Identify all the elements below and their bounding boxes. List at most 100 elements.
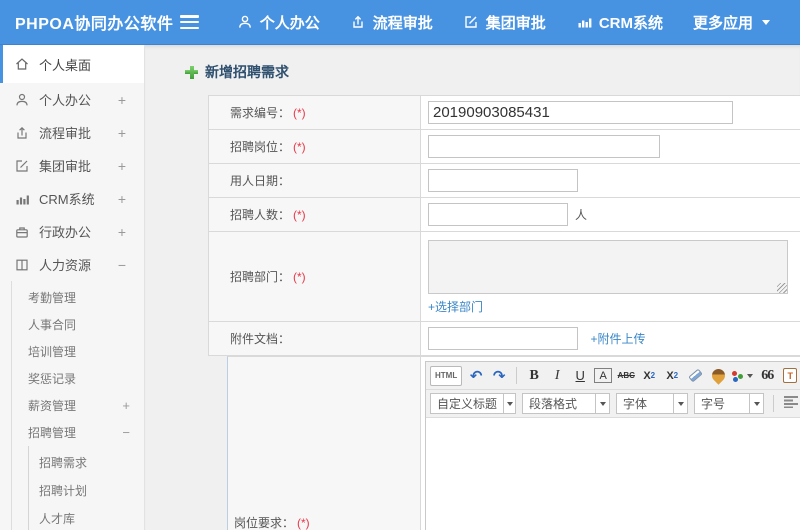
sidebar-item-label: 流程审批 bbox=[39, 126, 92, 141]
required-mark: (*) bbox=[293, 140, 306, 154]
field-label-cell: 招聘部门： (*) bbox=[208, 231, 421, 322]
dept-textarea[interactable] bbox=[428, 240, 788, 294]
clipboard-icon: T bbox=[783, 368, 798, 383]
nav-workflow-approval[interactable]: 流程审批 bbox=[350, 12, 433, 33]
custom-title-select[interactable]: 自定义标题 bbox=[430, 393, 516, 414]
upload-attachment-link[interactable]: +附件上传 bbox=[590, 332, 645, 346]
strikethrough-button[interactable]: ABC bbox=[617, 366, 635, 386]
sidebar-item-recruit-mgmt[interactable]: 招聘管理 − bbox=[12, 419, 144, 446]
collapse-minus-icon[interactable]: − bbox=[118, 257, 126, 273]
field-value-cell bbox=[420, 129, 800, 164]
sub-base: X bbox=[666, 369, 674, 382]
editor-content-area[interactable] bbox=[426, 418, 800, 530]
field-value-cell bbox=[420, 95, 800, 130]
remove-format-button[interactable] bbox=[686, 366, 704, 386]
sidebar-item-hr-contract[interactable]: 人事合同 bbox=[12, 311, 144, 338]
toolbar-separator bbox=[773, 395, 774, 412]
menu-toggle-icon[interactable] bbox=[180, 15, 199, 29]
sidebar-item-talent-pool[interactable]: 人才库 bbox=[29, 504, 144, 530]
italic-button[interactable]: I bbox=[548, 366, 566, 386]
expand-plus-icon[interactable]: + bbox=[118, 224, 126, 240]
font-style-button[interactable]: A bbox=[594, 368, 613, 383]
superscript-button[interactable]: X2 bbox=[640, 366, 658, 386]
sidebar-item-label: 培训管理 bbox=[28, 345, 77, 359]
top-navbar: PHPOA协同办公软件 个人办公 流程审批 集团审批 CRM系统 更多应用 bbox=[0, 0, 800, 45]
expand-plus-icon[interactable]: + bbox=[122, 398, 130, 413]
sidebar-item-hr[interactable]: 人力资源 − bbox=[0, 248, 144, 281]
field-label: 招聘岗位： bbox=[230, 140, 291, 154]
select-caret bbox=[673, 394, 687, 413]
sidebar-item-recruit-demand[interactable]: 招聘需求 bbox=[29, 448, 144, 476]
field-value-cell bbox=[420, 163, 800, 198]
sidebar-item-training[interactable]: 培训管理 bbox=[12, 338, 144, 365]
rich-text-editor: HTML ↶ ↷ B I U A ABC X2 X2 66 T 自定义标题 段落… bbox=[425, 361, 800, 530]
recruit-submenu: 招聘需求 招聘计划 人才库 bbox=[28, 446, 144, 530]
color-picker-button[interactable] bbox=[732, 366, 754, 386]
headcount-input[interactable] bbox=[428, 203, 568, 226]
sidebar-item-rewards[interactable]: 奖惩记录 bbox=[12, 365, 144, 392]
nav-label: 集团审批 bbox=[485, 14, 546, 32]
sidebar-item-admin-office[interactable]: 行政办公 + bbox=[0, 215, 144, 248]
eraser-icon bbox=[687, 368, 703, 383]
sidebar-item-group-approval[interactable]: 集团审批 + bbox=[0, 149, 144, 182]
select-label: 段落格式 bbox=[529, 397, 578, 411]
align-left-button[interactable] bbox=[783, 395, 799, 413]
workflow-icon bbox=[350, 14, 366, 30]
source-code-button[interactable]: HTML bbox=[430, 365, 463, 386]
field-label: 招聘人数： bbox=[230, 208, 291, 222]
sidebar-item-crm[interactable]: CRM系统 + bbox=[0, 182, 144, 215]
field-value-cell: +选择部门 bbox=[420, 231, 800, 322]
demand-number-input[interactable] bbox=[428, 101, 733, 124]
nav-group-approval[interactable]: 集团审批 bbox=[463, 12, 546, 33]
redo-button[interactable]: ↷ bbox=[490, 366, 508, 386]
sidebar-item-label: 招聘计划 bbox=[39, 483, 88, 498]
field-value-cell: 人 bbox=[420, 197, 800, 232]
user-icon bbox=[237, 14, 253, 30]
sidebar-item-recruit-plan[interactable]: 招聘计划 bbox=[29, 476, 144, 504]
sidebar-item-label: 行政办公 bbox=[39, 225, 92, 240]
undo-button[interactable]: ↶ bbox=[467, 366, 485, 386]
paste-text-button[interactable]: T bbox=[781, 366, 799, 386]
nav-crm-system[interactable]: CRM系统 bbox=[576, 12, 663, 33]
expand-plus-icon[interactable]: + bbox=[118, 158, 126, 174]
font-size-select[interactable]: 字号 bbox=[694, 393, 764, 414]
collapse-minus-icon[interactable]: − bbox=[122, 425, 130, 440]
nav-label: CRM系统 bbox=[598, 14, 663, 32]
sidebar-item-workflow[interactable]: 流程审批 + bbox=[0, 116, 144, 149]
sidebar-item-desktop[interactable]: 个人桌面 bbox=[0, 45, 144, 83]
app-logo: PHPOA协同办公软件 bbox=[15, 16, 174, 33]
field-label-cell: 岗位要求： (*) bbox=[228, 357, 421, 530]
sidebar-item-label: 考勤管理 bbox=[28, 291, 77, 305]
nav-personal-office[interactable]: 个人办公 bbox=[237, 12, 320, 33]
resize-grip[interactable] bbox=[777, 283, 787, 293]
subscript-button[interactable]: X2 bbox=[663, 366, 681, 386]
palette-icon bbox=[732, 370, 744, 382]
bold-button[interactable]: B bbox=[525, 366, 543, 386]
editor-toolbar-row1: HTML ↶ ↷ B I U A ABC X2 X2 66 T bbox=[426, 362, 800, 390]
paragraph-format-select[interactable]: 段落格式 bbox=[522, 393, 610, 414]
format-painter-button[interactable] bbox=[709, 366, 728, 386]
sidebar-item-salary[interactable]: 薪资管理 + bbox=[12, 392, 144, 419]
blockquote-button[interactable]: 66 bbox=[758, 366, 776, 386]
form-row-count: 招聘人数： (*) 人 bbox=[208, 197, 800, 232]
expand-plus-icon[interactable]: + bbox=[118, 92, 126, 108]
expand-plus-icon[interactable]: + bbox=[118, 191, 126, 207]
chevron-down-icon bbox=[747, 374, 754, 381]
underline-button[interactable]: U bbox=[571, 366, 589, 386]
sidebar-item-personal-office[interactable]: 个人办公 + bbox=[0, 83, 144, 116]
field-label: 需求编号： bbox=[230, 106, 291, 120]
nav-more-apps[interactable]: 更多应用 bbox=[693, 12, 770, 33]
sidebar-item-attendance[interactable]: 考勤管理 bbox=[12, 284, 144, 311]
toolbar-separator bbox=[516, 367, 518, 384]
field-value-cell: +附件上传 bbox=[420, 321, 800, 356]
edit-square-icon bbox=[16, 159, 28, 172]
font-family-select[interactable]: 字体 bbox=[616, 393, 688, 414]
position-input[interactable] bbox=[428, 135, 660, 158]
sidebar-item-label: 招聘管理 bbox=[28, 426, 77, 440]
required-mark: (*) bbox=[293, 208, 306, 222]
field-label: 岗位要求： bbox=[234, 516, 295, 530]
select-dept-link[interactable]: +选择部门 bbox=[428, 300, 483, 314]
expand-plus-icon[interactable]: + bbox=[118, 125, 126, 141]
attachment-input[interactable] bbox=[428, 327, 578, 350]
hire-date-input[interactable] bbox=[428, 169, 578, 192]
